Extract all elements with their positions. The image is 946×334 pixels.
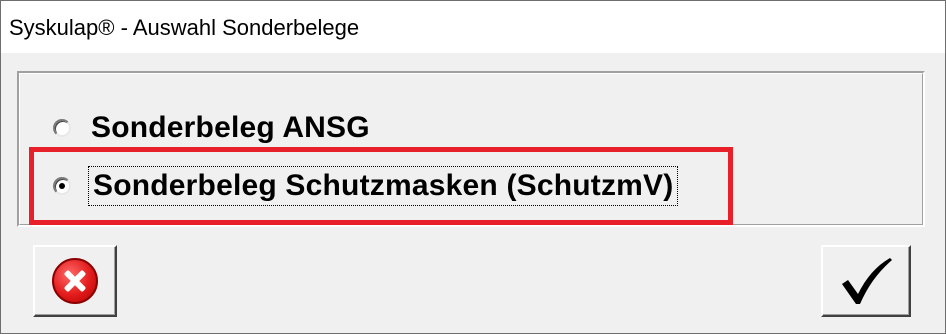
option-ansg-label[interactable]: Sonderbeleg ANSG xyxy=(91,111,370,145)
title-bar[interactable]: Syskulap® - Auswahl Sonderbelege xyxy=(1,1,945,53)
highlight-box xyxy=(29,147,733,225)
radio-button-unselected-icon[interactable] xyxy=(53,119,71,137)
option-ansg[interactable]: Sonderbeleg ANSG xyxy=(53,111,370,145)
dialog-window: Syskulap® - Auswahl Sonderbelege Sonderb… xyxy=(0,0,946,334)
checkmark-icon xyxy=(842,258,892,304)
cancel-x-icon xyxy=(52,258,98,304)
window-title: Syskulap® - Auswahl Sonderbelege xyxy=(9,15,360,40)
cancel-button[interactable] xyxy=(33,245,117,317)
ok-button[interactable] xyxy=(821,245,911,317)
